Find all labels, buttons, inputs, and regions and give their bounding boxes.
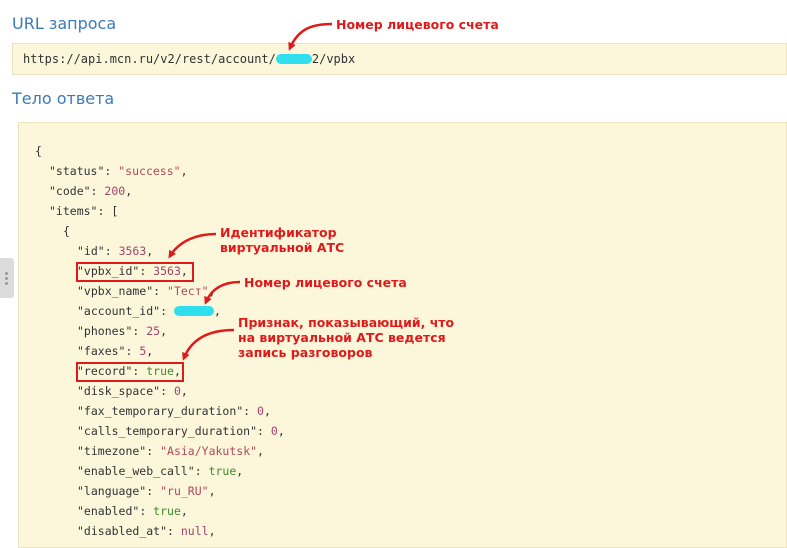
json-key: "phones" bbox=[77, 324, 133, 338]
json-value: true bbox=[208, 464, 237, 478]
url-section-title: URL запроса bbox=[12, 14, 117, 33]
annotation-vpbx-id-2: виртуальной АТС bbox=[220, 240, 345, 255]
json-value: 0 bbox=[173, 384, 181, 398]
json-line: "code": 200, bbox=[49, 184, 133, 198]
response-section-title: Тело ответа bbox=[12, 89, 115, 108]
json-line: { bbox=[63, 224, 70, 238]
json-value: 200 bbox=[104, 184, 126, 198]
record-highlight bbox=[76, 362, 184, 382]
json-value: 25 bbox=[146, 324, 161, 338]
json-key: "enable_web_call" bbox=[77, 464, 195, 478]
json-line: "language": "ru_RU", bbox=[77, 484, 216, 498]
json-value: "ru_RU" bbox=[160, 484, 209, 498]
vpbx-id-highlight bbox=[76, 262, 194, 282]
json-value: 0 bbox=[257, 404, 264, 418]
annotation-account-id: Номер лицевого счета bbox=[244, 275, 407, 290]
redacted-account-number bbox=[275, 53, 312, 64]
json-line: "items": [ bbox=[49, 204, 119, 218]
json-value: null bbox=[180, 524, 209, 538]
json-line: "fax_temporary_duration": 0, bbox=[77, 404, 271, 418]
json-key: "language" bbox=[77, 484, 147, 498]
json-key: "items" bbox=[49, 204, 98, 218]
annotation-record-3: запись разговоров bbox=[238, 345, 373, 360]
json-value: [ bbox=[111, 204, 119, 218]
url-suffix: 2/vpbx bbox=[311, 52, 356, 66]
annotation-record-1: Признак, показывающий, что bbox=[238, 315, 455, 330]
json-line: "vpbx_name": "Тест", bbox=[77, 284, 216, 298]
request-url: https://api.mcn.ru/v2/rest/account/2/vpb… bbox=[23, 52, 355, 66]
json-line: "calls_temporary_duration": 0, bbox=[77, 424, 285, 438]
json-value: "Тест" bbox=[167, 284, 209, 298]
json-key: "status" bbox=[49, 164, 105, 178]
json-key: "account_id" bbox=[77, 304, 161, 318]
resize-handle[interactable] bbox=[0, 258, 14, 298]
json-key: "disabled_at" bbox=[77, 524, 168, 538]
json-key: "faxes" bbox=[77, 344, 126, 358]
annotation-record-2: на виртуальной АТС ведется bbox=[238, 330, 446, 345]
request-url-box: https://api.mcn.ru/v2/rest/account/2/vpb… bbox=[12, 43, 787, 75]
json-line: "timezone": "Asia/Yakutsk", bbox=[77, 444, 264, 458]
json-line: { bbox=[35, 144, 42, 158]
json-key: "enabled" bbox=[77, 504, 140, 518]
json-key: "fax_temporary_duration" bbox=[77, 404, 244, 418]
json-line: "account_id": , bbox=[77, 304, 221, 318]
json-line: "faxes": 5, bbox=[77, 344, 154, 358]
json-key: "timezone" bbox=[77, 444, 147, 458]
json-line: "phones": 25, bbox=[77, 324, 168, 338]
json-key: "disk_space" bbox=[77, 384, 161, 398]
json-line: "disk_space": 0, bbox=[77, 384, 188, 398]
json-value: 3563 bbox=[118, 244, 147, 258]
redacted-account-id bbox=[173, 305, 214, 316]
json-line: "status": "success", bbox=[49, 164, 188, 178]
url-prefix: https://api.mcn.ru/v2/rest/account/ bbox=[23, 52, 276, 66]
json-line: "enable_web_call": true, bbox=[77, 464, 244, 478]
annotation-vpbx-id-1: Идентификатор bbox=[220, 225, 337, 240]
json-line: "enabled": true, bbox=[77, 504, 188, 518]
json-key: "id" bbox=[77, 244, 105, 258]
json-key: "vpbx_name" bbox=[77, 284, 154, 298]
json-value: 0 bbox=[270, 424, 278, 438]
json-value: true bbox=[153, 504, 181, 518]
json-key: "calls_temporary_duration" bbox=[77, 424, 258, 438]
json-value: "Asia/Yakutsk" bbox=[160, 444, 258, 458]
json-line: "disabled_at": null, bbox=[77, 524, 216, 538]
json-line: "id": 3563, bbox=[77, 244, 154, 258]
json-key: "code" bbox=[49, 184, 91, 198]
json-value: "success" bbox=[118, 164, 181, 178]
annotation-account-url: Номер лицевого счета bbox=[336, 17, 499, 32]
